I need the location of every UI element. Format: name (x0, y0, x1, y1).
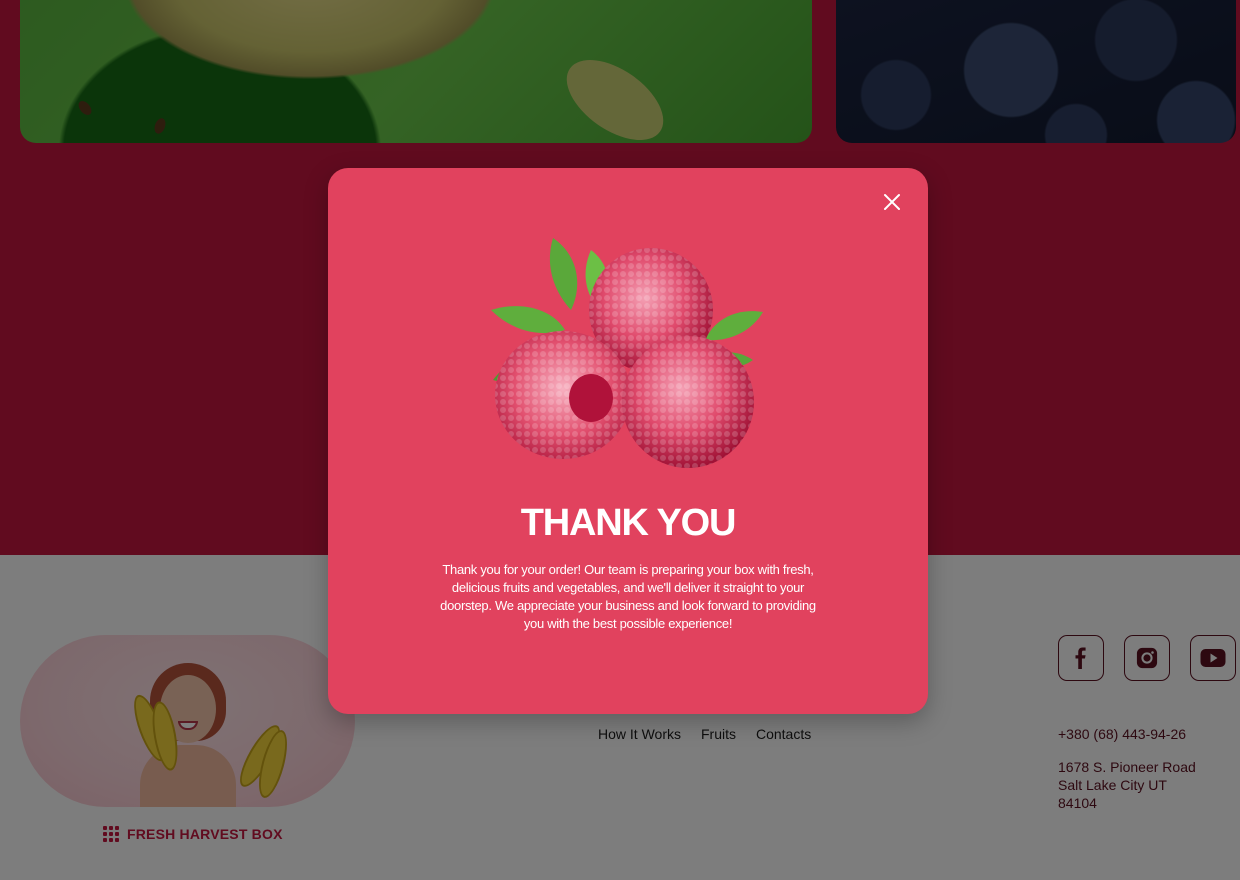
close-icon (884, 194, 900, 210)
modal-title: THANK YOU (520, 502, 737, 544)
modal-message: Thank you for your order! Our team is pr… (440, 562, 816, 631)
thank-you-modal: THANK YOU Thank you for your order! Our … (328, 168, 928, 714)
raspberries-image (491, 238, 763, 468)
close-button[interactable] (880, 190, 904, 214)
